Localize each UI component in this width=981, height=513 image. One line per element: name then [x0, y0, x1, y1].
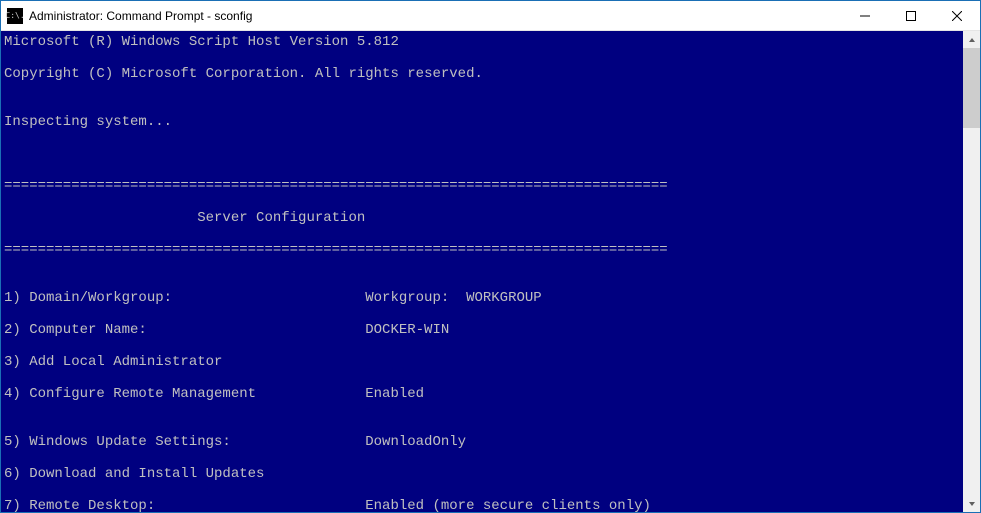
scrollbar-track[interactable]: [963, 48, 980, 495]
window-title: Administrator: Command Prompt - sconfig: [29, 9, 842, 23]
window-controls: [842, 1, 980, 30]
menu-item-7: 7) Remote Desktop:Enabled (more secure c…: [4, 498, 963, 512]
menu-item-7-label: 7) Remote Desktop:: [4, 498, 365, 512]
menu-item-5: 5) Windows Update Settings:DownloadOnly: [4, 434, 963, 450]
menu-item-7-value: Enabled (more secure clients only): [365, 498, 651, 512]
console-container: Microsoft (R) Windows Script Host Versio…: [1, 31, 980, 512]
vertical-scrollbar[interactable]: [963, 31, 980, 512]
menu-item-6-label: 6) Download and Install Updates: [4, 466, 264, 482]
menu-item-3-label: 3) Add Local Administrator: [4, 354, 222, 370]
header-line-2: Copyright (C) Microsoft Corporation. All…: [4, 66, 963, 82]
separator-bottom: ========================================…: [4, 242, 963, 258]
scrollbar-thumb[interactable]: [963, 48, 980, 128]
cmd-icon: C:\.: [7, 8, 23, 24]
titlebar: C:\. Administrator: Command Prompt - sco…: [1, 1, 980, 31]
menu-item-4: 4) Configure Remote ManagementEnabled: [4, 386, 963, 402]
console-output[interactable]: Microsoft (R) Windows Script Host Versio…: [1, 31, 963, 512]
menu-item-4-value: Enabled: [365, 386, 424, 402]
menu-item-4-label: 4) Configure Remote Management: [4, 386, 365, 402]
close-button[interactable]: [934, 1, 980, 30]
menu-item-3: 3) Add Local Administrator: [4, 354, 963, 370]
scroll-up-button[interactable]: [963, 31, 980, 48]
menu-item-2: 2) Computer Name:DOCKER-WIN: [4, 322, 963, 338]
separator-top: ========================================…: [4, 178, 963, 194]
menu-item-5-value: DownloadOnly: [365, 434, 466, 450]
menu-item-6: 6) Download and Install Updates: [4, 466, 963, 482]
menu-item-1-value: Workgroup: WORKGROUP: [365, 290, 541, 306]
menu-item-5-label: 5) Windows Update Settings:: [4, 434, 365, 450]
menu-item-1: 1) Domain/Workgroup:Workgroup: WORKGROUP: [4, 290, 963, 306]
menu-item-1-label: 1) Domain/Workgroup:: [4, 290, 365, 306]
inspecting-line: Inspecting system...: [4, 114, 963, 130]
minimize-button[interactable]: [842, 1, 888, 30]
cmd-icon-text: C:\.: [5, 12, 24, 20]
section-title: Server Configuration: [4, 210, 963, 226]
menu-item-2-value: DOCKER-WIN: [365, 322, 449, 338]
menu-item-2-label: 2) Computer Name:: [4, 322, 365, 338]
header-line-1: Microsoft (R) Windows Script Host Versio…: [4, 34, 963, 50]
maximize-button[interactable]: [888, 1, 934, 30]
scroll-down-button[interactable]: [963, 495, 980, 512]
